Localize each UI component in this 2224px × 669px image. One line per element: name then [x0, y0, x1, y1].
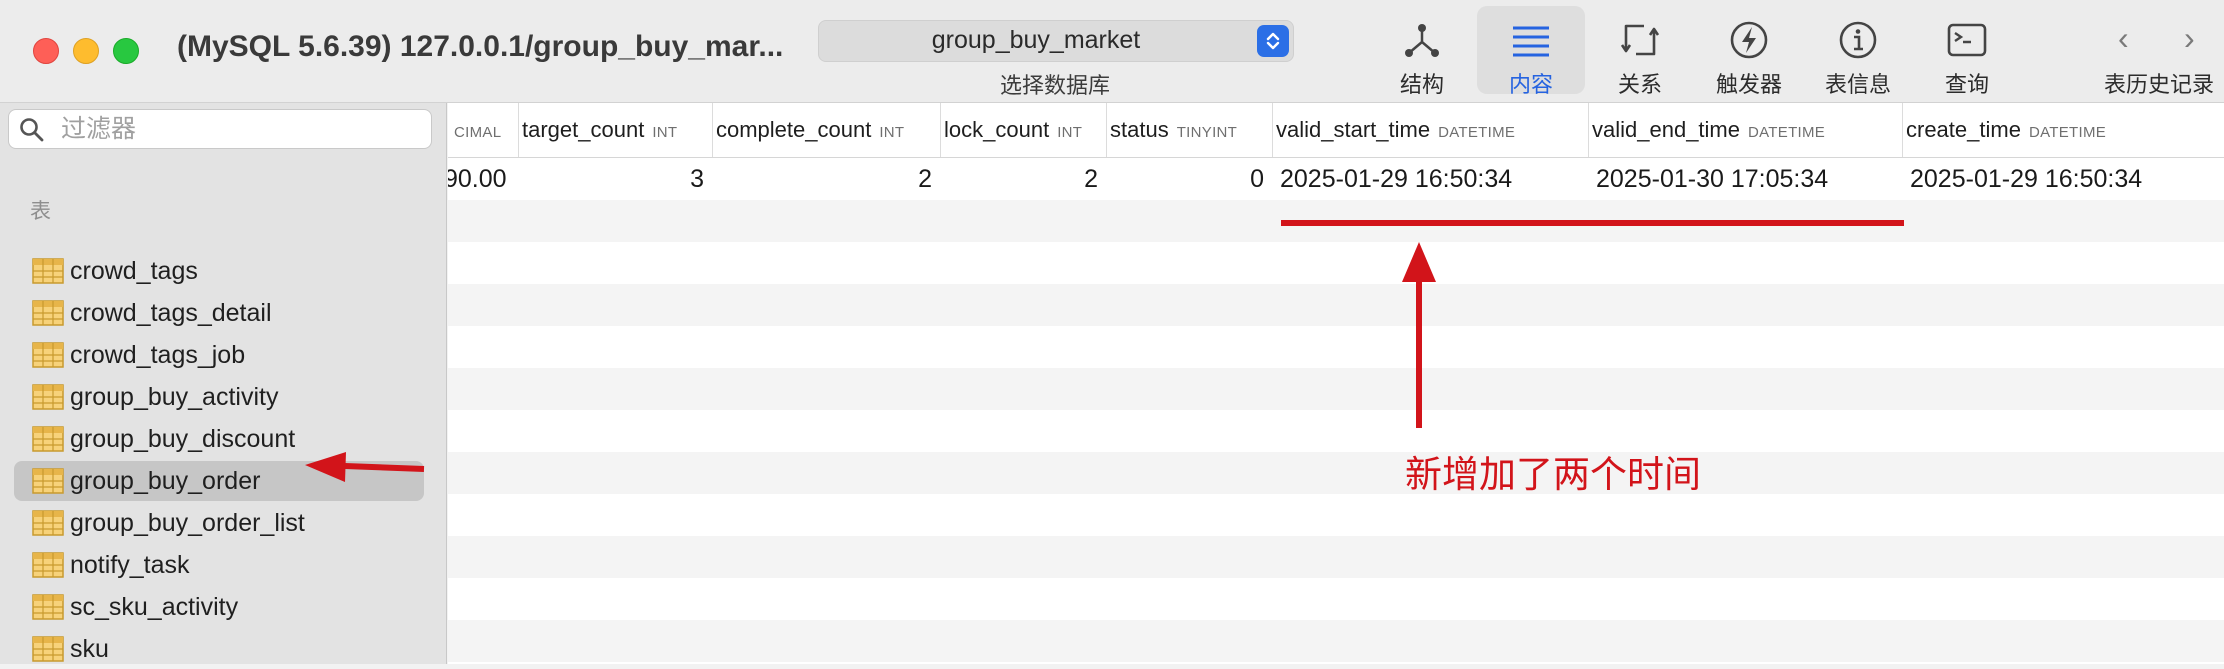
- annotation-arrow-up-head: [1402, 242, 1436, 282]
- annotation-arrow-left-shaft: [344, 463, 425, 472]
- annotation-overlay: [305, 220, 1904, 482]
- annotation-arrow-left-head: [305, 452, 346, 482]
- annotation-note: 新增加了两个时间: [1405, 454, 1701, 495]
